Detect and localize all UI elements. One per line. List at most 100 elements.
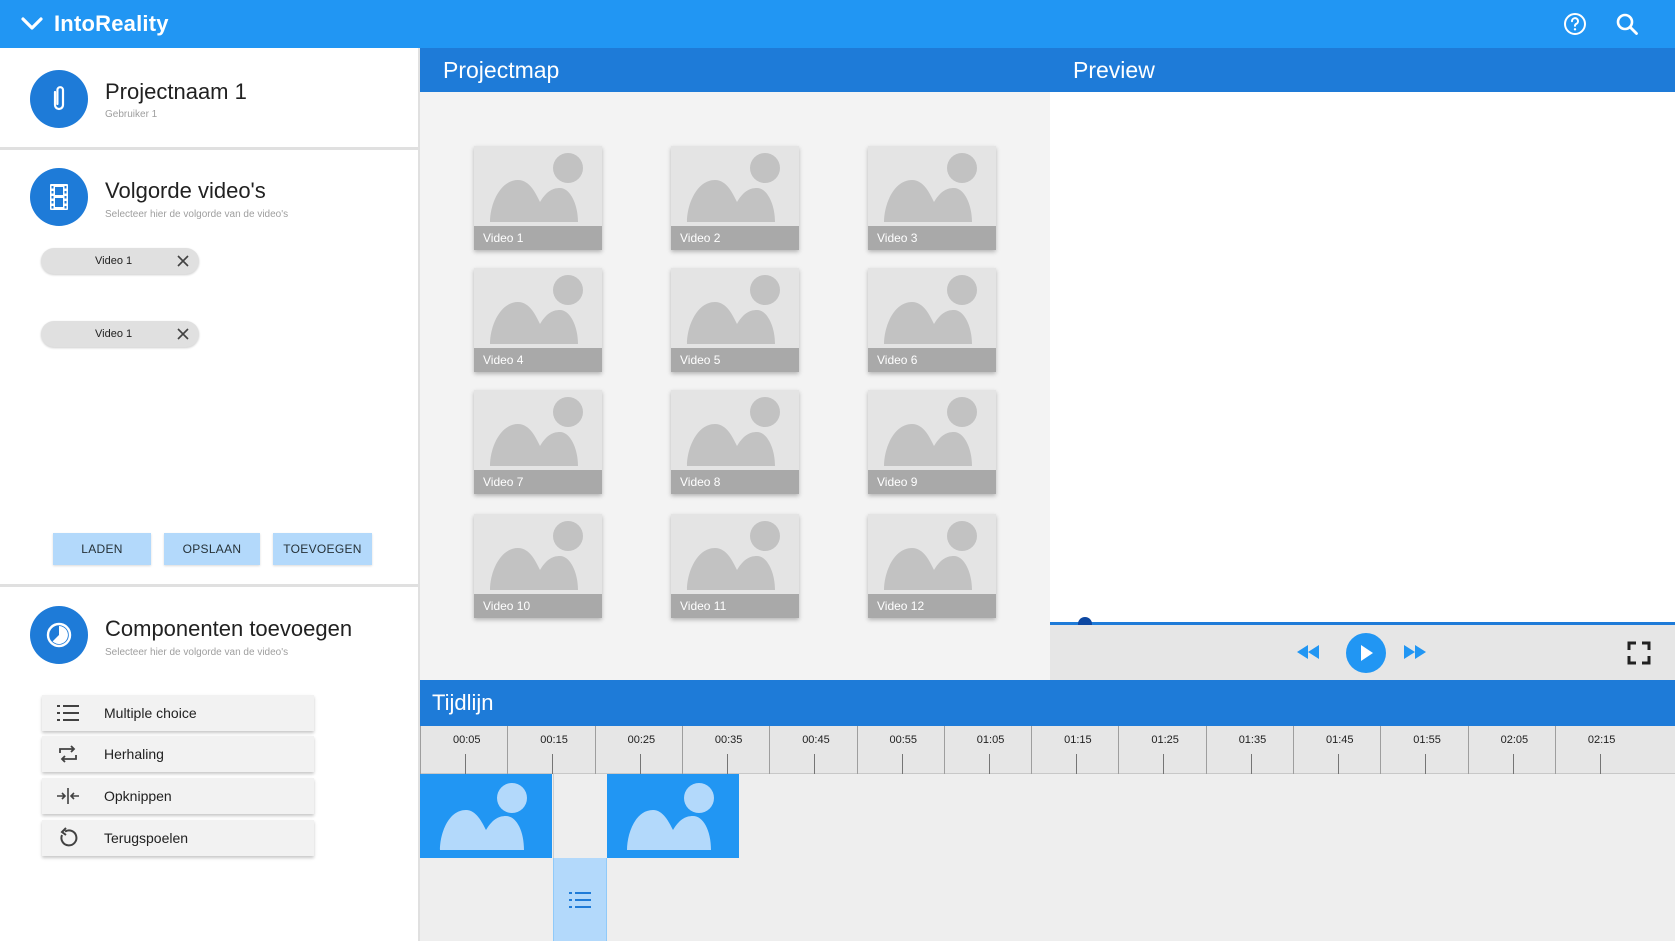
load-button[interactable]: LADEN xyxy=(53,533,151,565)
fast-forward-button-icon[interactable] xyxy=(1401,639,1429,665)
rewind-button-icon[interactable] xyxy=(1294,639,1322,665)
timeline-tick: 01:45 xyxy=(1293,726,1380,774)
video-thumbnail[interactable]: Video 12 xyxy=(868,514,996,618)
divider xyxy=(553,774,554,858)
component-split[interactable]: Opknippen xyxy=(42,778,314,814)
timeline-title: Tijdlijn xyxy=(432,690,494,715)
preview-title: Preview xyxy=(1073,56,1155,83)
preview-controls xyxy=(1050,625,1675,680)
preview-video[interactable] xyxy=(1050,92,1675,622)
tick-mark xyxy=(1425,754,1427,774)
component-label: Opknippen xyxy=(104,788,172,804)
component-label: Herhaling xyxy=(104,746,164,762)
video-thumbnail[interactable]: Video 7 xyxy=(474,390,602,494)
projectmap-header: Projectmap xyxy=(420,48,1050,92)
tick-label: 00:35 xyxy=(714,734,743,746)
image-placeholder-icon xyxy=(440,783,527,850)
timeline-component-block[interactable] xyxy=(553,858,607,941)
video-thumbnail[interactable]: Video 3 xyxy=(868,146,996,250)
tick-mark xyxy=(639,754,641,774)
project-user: Gebruiker 1 xyxy=(105,109,158,120)
project-name: Projectnaam 1 xyxy=(105,79,247,104)
timeline-tick: 01:25 xyxy=(1118,726,1205,774)
preview-header: Preview xyxy=(1050,48,1675,92)
help-icon[interactable] xyxy=(1561,10,1589,38)
image-placeholder-icon xyxy=(687,521,780,590)
image-placeholder-icon xyxy=(687,275,780,344)
tick-label: 01:05 xyxy=(976,734,1005,746)
timeline-ruler[interactable]: 00:05 00:15 00:25 00:35 00:45 00:55 01:05 01:15… xyxy=(420,726,1675,774)
tick-mark xyxy=(552,754,554,774)
tick-label: 00:15 xyxy=(540,734,568,746)
timeline-clip[interactable] xyxy=(607,774,739,858)
fullscreen-icon[interactable] xyxy=(1625,639,1653,667)
image-placeholder-icon xyxy=(884,275,977,344)
timeline-tick: 00:05 xyxy=(420,726,507,774)
video-thumbnail[interactable]: Video 1 xyxy=(474,146,602,250)
tick-label: 01:15 xyxy=(1064,734,1092,746)
image-placeholder-icon xyxy=(490,153,583,222)
chip-label: Video 1 xyxy=(95,328,133,340)
component-label: Multiple choice xyxy=(104,705,197,721)
image-placeholder-icon xyxy=(884,521,977,590)
image-placeholder-icon xyxy=(884,153,977,222)
image-placeholder-icon xyxy=(884,397,977,466)
video-thumbnail[interactable]: Video 2 xyxy=(671,146,799,250)
close-icon[interactable] xyxy=(175,326,191,342)
video-label: Video 9 xyxy=(868,470,996,494)
play-button-icon[interactable] xyxy=(1346,633,1386,673)
tick-label: 01:45 xyxy=(1326,734,1354,746)
tick-label: 00:45 xyxy=(802,734,830,746)
timeline-tick: 00:55 xyxy=(856,726,944,774)
video-label: Video 2 xyxy=(671,226,799,250)
video-thumbnail[interactable]: Video 8 xyxy=(671,390,799,494)
divider xyxy=(0,147,420,150)
video-thumbnail[interactable]: Video 4 xyxy=(474,268,602,372)
video-thumbnail[interactable]: Video 11 xyxy=(671,514,799,618)
video-label: Video 5 xyxy=(671,348,799,372)
close-icon[interactable] xyxy=(175,253,191,269)
timer-icon xyxy=(30,606,88,664)
film-icon xyxy=(30,168,88,226)
tick-mark xyxy=(988,754,990,774)
timeline-tick: 01:55 xyxy=(1380,726,1467,774)
order-chip[interactable]: Video 1 xyxy=(41,321,199,347)
order-chip[interactable]: Video 1 xyxy=(41,248,199,274)
component-rewind[interactable]: Terugspoelen xyxy=(42,820,314,856)
projectmap-title: Projectmap xyxy=(443,56,560,83)
list-icon xyxy=(56,701,80,725)
component-multiple-choice[interactable]: Multiple choice xyxy=(42,695,314,731)
timeline-clip[interactable] xyxy=(420,774,552,858)
list-icon xyxy=(569,891,591,908)
video-label: Video 1 xyxy=(474,226,602,250)
tick-label: 02:05 xyxy=(1500,734,1529,746)
tick-label: 00:05 xyxy=(453,734,481,746)
tick-label: 01:55 xyxy=(1413,734,1441,746)
image-placeholder-icon xyxy=(687,397,780,466)
tick-mark xyxy=(1599,754,1601,774)
component-repeat[interactable]: Herhaling xyxy=(42,736,314,772)
tick-label: 01:25 xyxy=(1151,734,1179,746)
tick-mark xyxy=(1512,754,1514,774)
video-label: Video 4 xyxy=(474,348,602,372)
tick-mark xyxy=(1338,754,1339,774)
tick-mark xyxy=(1250,754,1252,774)
left-panel: Projectnaam 1 Gebruiker 1 Volgorde video… xyxy=(0,48,420,941)
save-button[interactable]: OPSLAAN xyxy=(164,533,260,565)
app-bar: IntoReality xyxy=(0,0,1675,48)
video-thumbnail[interactable]: Video 6 xyxy=(868,268,996,372)
video-thumbnail[interactable]: Video 5 xyxy=(671,268,799,372)
image-placeholder-icon xyxy=(687,153,780,222)
search-icon[interactable] xyxy=(1613,10,1641,38)
video-thumbnail[interactable]: Video 9 xyxy=(868,390,996,494)
video-thumbnail[interactable]: Video 10 xyxy=(474,514,602,618)
timeline-tick: 01:35 xyxy=(1205,726,1293,774)
timeline-tick: 00:45 xyxy=(769,726,856,774)
add-button[interactable]: TOEVOEGEN xyxy=(273,533,372,565)
timeline-tick: 00:25 xyxy=(594,726,682,774)
timeline-tick: 02:15 xyxy=(1554,726,1642,774)
chevron-down-icon[interactable] xyxy=(18,10,46,38)
repeat-icon xyxy=(56,742,80,766)
video-label: Video 12 xyxy=(868,594,996,618)
chip-label: Video 1 xyxy=(95,255,133,267)
